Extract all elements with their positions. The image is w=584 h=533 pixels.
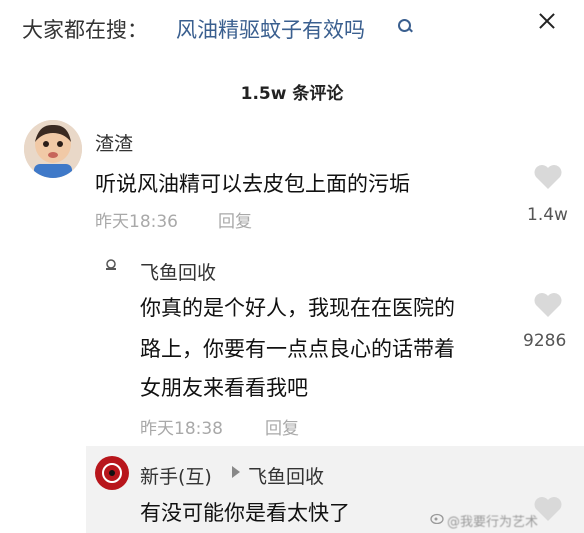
avatar[interactable] — [24, 120, 82, 178]
comment-text: 听说风油精可以去皮包上面的污垢 — [95, 172, 410, 196]
baby-photo-avatar — [24, 120, 82, 178]
close-icon[interactable] — [536, 10, 558, 32]
comment-timestamp: 昨天18:36 — [95, 212, 178, 232]
like-heart-icon[interactable] — [533, 163, 563, 191]
reply-text-line-1: 你真的是个好人，我现在在医院的 — [140, 296, 455, 320]
reply-text-line-2: 路上，你要有一点点良心的话带着 — [140, 337, 455, 361]
search-icon[interactable] — [398, 19, 411, 32]
like-heart-icon[interactable] — [533, 291, 563, 319]
reply-to-arrow-icon — [232, 466, 240, 478]
reply-button[interactable]: 回复 — [265, 414, 299, 439]
search-prefix: 大家都在搜： — [22, 18, 148, 42]
like-count: 1.4w — [527, 205, 568, 225]
reply-timestamp: 昨天18:38 — [140, 419, 223, 439]
watermark: @我要行为艺术 — [447, 515, 539, 530]
reply-username[interactable]: 飞鱼回收 — [140, 258, 216, 285]
comment-count-title: 1.5w 条评论 — [240, 84, 344, 104]
small-icon-avatar[interactable] — [104, 258, 118, 272]
comment-username[interactable]: 渣渣 — [95, 129, 133, 156]
weibo-logo-icon — [430, 513, 444, 524]
reply-username[interactable]: 新手(互) — [140, 462, 212, 489]
reply-button[interactable]: 回复 — [218, 207, 252, 232]
red-ring-avatar[interactable] — [95, 456, 129, 490]
reply-to-username[interactable]: 飞鱼回收 — [248, 462, 324, 489]
reply-text-line-3: 女朋友来看看我吧 — [140, 376, 308, 400]
search-suggestion-link[interactable]: 风油精驱蚊子有效吗 — [176, 14, 365, 44]
like-count: 9286 — [523, 331, 567, 351]
reply-text: 有没可能你是看太快了 — [140, 501, 350, 525]
